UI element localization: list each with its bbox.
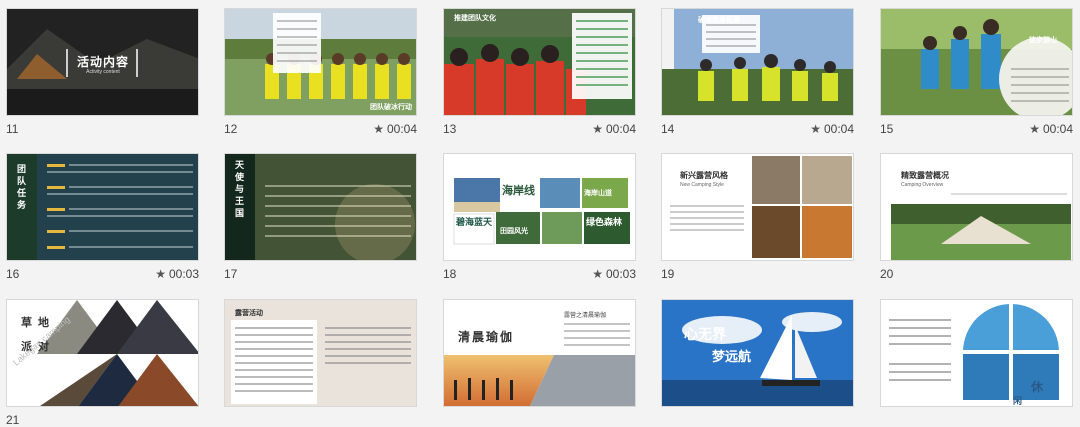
slide-subtitle: New Camping Style (680, 182, 724, 188)
slide-subtitle: Camping Overview (901, 182, 944, 188)
slide-caption: 徒步游山 (1029, 37, 1057, 44)
slide-number: 19 (661, 267, 675, 281)
slide-thumbnail[interactable]: 破冰热身拓展 (661, 8, 854, 116)
slide-thumbnail[interactable]: 清晨瑜伽 露营之清晨瑜伽 (443, 299, 636, 407)
slide-thumbnail[interactable]: 团队破冰行动 (224, 8, 417, 116)
slide-number: 16 (6, 267, 20, 281)
slide-thumbnail[interactable]: 团队任务 (6, 153, 199, 261)
slide-thumbnail[interactable]: 草地 派对 Lakegan camping (6, 299, 199, 407)
slide-duration: ★ 00:04 (592, 122, 636, 136)
slide-thumbnail[interactable]: 徒步游山 (880, 8, 1073, 116)
star-icon: ★ (592, 267, 603, 281)
slide-number: 13 (443, 122, 457, 136)
slide-title: 露营活动 (235, 310, 263, 317)
star-icon: ★ (592, 122, 603, 136)
slide-number: 18 (443, 267, 457, 281)
tile-label-4: 田园风光 (500, 228, 528, 235)
slide-title: 清晨瑜伽 (458, 330, 515, 344)
slide-thumbnail[interactable]: 活动内容 Activity content (6, 8, 199, 116)
slide-sorter-grid: 活动内容 Activity content 11 团队破冰行动 12 ★ 00:0… (0, 0, 1080, 427)
slide-number: 20 (880, 267, 894, 281)
slide-duration: ★ 00:04 (1029, 122, 1073, 136)
slide-thumbnail[interactable]: 新兴露营风格 New Camping Style (661, 153, 854, 261)
tile-label-2: 绿色森林 (586, 217, 623, 227)
star-icon: ★ (810, 122, 821, 136)
tile-label-3: 海岸山道 (584, 190, 612, 197)
slide-thumbnail[interactable]: 精致露营概况 Camping Overview (880, 153, 1073, 261)
slide-title: 精致露营概况 (901, 171, 949, 180)
slide-duration: ★ 00:03 (592, 267, 636, 281)
tile-label-1: 碧海蓝天 (456, 217, 493, 227)
slide-thumbnail[interactable]: 心无界 梦远航 (661, 299, 854, 407)
slide-subtitle: Activity content (86, 69, 120, 75)
star-icon: ★ (1029, 122, 1040, 136)
slide-caption: 推建团队文化 (454, 15, 496, 22)
slide-number: 17 (224, 267, 238, 281)
slide-thumbnail[interactable]: 海岸线 碧海蓝天 绿色森林 海岸山道 田园风光 (443, 153, 636, 261)
slide-title: 心无界 (684, 326, 726, 342)
slide-title-2: 梦远航 (712, 349, 752, 364)
slide-duration: ★ 00:03 (155, 267, 199, 281)
slide-number: 11 (6, 122, 19, 136)
slide-duration: ★ 00:04 (810, 122, 854, 136)
slide-caption: 露营之清晨瑜伽 (564, 313, 607, 319)
slide-duration: ★ 00:04 (373, 122, 417, 136)
slide-number: 21 (6, 413, 20, 427)
slide-number: 12 (224, 122, 238, 136)
slide-title-2: 闲 (1013, 396, 1023, 406)
slide-thumbnail[interactable]: 露营活动 (224, 299, 417, 407)
slide-thumbnail[interactable]: 推建团队文化 (443, 8, 636, 116)
slide-caption: 团队破冰行动 (370, 104, 412, 111)
slide-caption: 破冰热身拓展 (698, 17, 740, 24)
slide-number: 15 (880, 122, 894, 136)
slide-thumbnail[interactable]: 天使与王国 (224, 153, 417, 261)
slide-side-title: 天使与王国 (234, 160, 244, 220)
slide-title: 活动内容 (76, 55, 129, 69)
star-icon: ★ (155, 267, 166, 281)
star-icon: ★ (373, 122, 384, 136)
slide-title: 新兴露营风格 (680, 171, 728, 180)
slide-title: 海岸线 (502, 185, 535, 197)
slide-title: 休 (1031, 380, 1044, 394)
slide-number: 14 (661, 122, 675, 136)
slide-thumbnail[interactable]: 休 闲 (880, 299, 1073, 407)
slide-side-title: 团队任务 (16, 164, 26, 212)
